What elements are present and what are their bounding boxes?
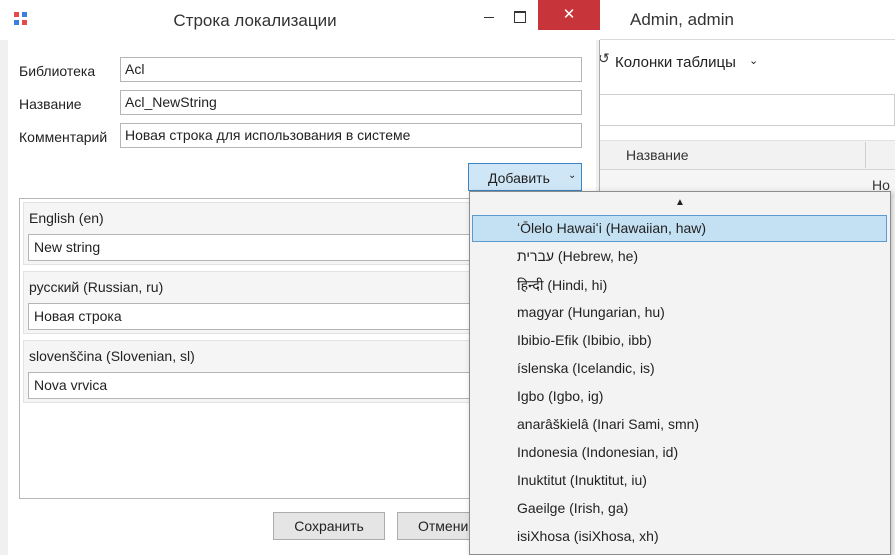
library-label: Библиотека [19,63,96,79]
save-button[interactable]: Сохранить [273,512,385,540]
dropdown-item[interactable]: עברית (Hebrew, he) [472,243,887,270]
dropdown-item[interactable]: anarâškielâ (Inari Sami, smn) [472,411,887,438]
language-name: slovenščina (Slovenian, sl) [29,348,195,364]
dropdown-item[interactable]: Gaeilge (Irish, ga) [472,495,887,522]
dropdown-item[interactable]: Ibibio-Efik (Ibibio, ibb) [472,327,887,354]
dropdown-item[interactable]: Igbo (Igbo, ig) [472,383,887,410]
maximize-button[interactable] [505,0,535,30]
name-field[interactable]: Acl_NewString [120,90,582,115]
dialog-titlebar: Строка локализации ✕ [0,0,600,40]
comment-label: Комментарий [19,129,108,145]
grid-column-separator[interactable] [865,142,866,168]
close-icon: ✕ [562,6,576,23]
language-dropdown[interactable]: ▲ ʻŌlelo Hawaiʻi (Hawaiian, haw) עברית (… [469,191,891,555]
add-language-button[interactable]: Добавить ⌄ [468,163,582,191]
chevron-down-icon[interactable]: ⌄ [749,54,758,67]
close-button[interactable]: ✕ [538,0,600,30]
dropdown-item[interactable]: íslenska (Icelandic, is) [472,355,887,382]
grid-column-name[interactable]: Название [626,147,689,163]
language-name: русский (Russian, ru) [29,279,164,295]
background-search-input[interactable] [600,94,895,126]
language-name: English (en) [29,210,104,226]
dropdown-item[interactable]: Indonesia (Indonesian, id) [472,439,887,466]
minimize-button[interactable] [474,0,504,30]
dropdown-item[interactable]: magyar (Hungarian, hu) [472,299,887,326]
dropdown-item[interactable]: ʻŌlelo Hawaiʻi (Hawaiian, haw) [472,215,887,242]
name-label: Название [19,96,82,112]
library-field[interactable]: Acl [120,57,582,82]
dropdown-item[interactable]: Inuktitut (Inuktitut, iu) [472,467,887,494]
background-window-title: Admin, admin [630,10,734,29]
dropdown-item[interactable]: isiXhosa (isiXhosa, xh) [472,523,887,550]
add-language-label: Добавить [488,170,550,186]
table-columns-button[interactable]: Колонки таблицы [615,54,736,71]
dialog-title: Строка локализации [173,11,337,30]
chevron-down-icon: ⌄ [568,170,577,181]
comment-field[interactable]: Новая строка для использования в системе [120,123,582,148]
dropdown-item[interactable]: हिन्दी (Hindi, hi) [472,271,887,298]
scroll-up-arrow-icon[interactable]: ▲ [470,192,890,214]
